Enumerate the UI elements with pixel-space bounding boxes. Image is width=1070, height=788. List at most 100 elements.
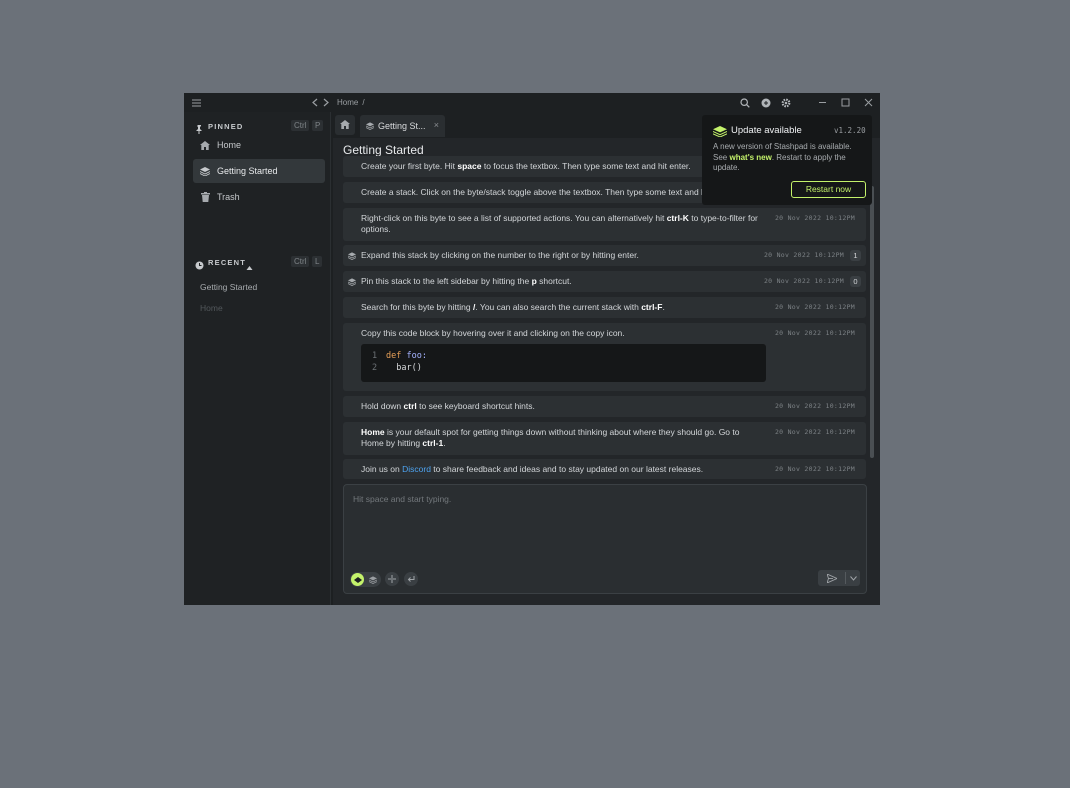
maximize-icon[interactable] xyxy=(839,93,851,112)
pin-icon xyxy=(195,121,205,134)
code-block[interactable]: 1 def foo: 2 bar() xyxy=(361,344,766,382)
byte-text: Home is your default spot for getting th… xyxy=(361,427,761,449)
sidebar-item-label: Trash xyxy=(217,192,240,202)
update-title: Update available xyxy=(731,125,802,136)
restart-now-button[interactable]: Restart now xyxy=(791,181,866,198)
menu-icon[interactable] xyxy=(189,93,203,112)
chevron-down-icon[interactable] xyxy=(846,570,860,586)
byte-text-part: Hold down xyxy=(361,401,404,411)
tab-getting-started[interactable]: Getting St... × xyxy=(360,115,445,137)
code-line-number: 1 xyxy=(372,351,378,361)
byte-text-bold: Home xyxy=(361,427,385,437)
forward-icon[interactable] xyxy=(321,93,331,112)
stack-icon xyxy=(347,278,357,287)
code-line-number: 2 xyxy=(372,363,378,373)
byte-item[interactable]: Home is your default spot for getting th… xyxy=(343,422,866,455)
sidebar-item-trash[interactable]: Trash xyxy=(193,185,325,209)
byte-text-bold: ctrl-K xyxy=(666,213,689,223)
stack-icon xyxy=(200,166,210,176)
byte-timestamp: 20 Nov 2022 10:12PM xyxy=(774,465,855,473)
sidebar-item-label: Getting Started xyxy=(217,166,278,176)
byte-text: Create a stack. Click on the byte/stack … xyxy=(361,187,721,197)
stack-count-badge[interactable]: 1 xyxy=(850,250,861,261)
byte-text: Pin this stack to the left sidebar by hi… xyxy=(361,276,761,287)
send-icon[interactable] xyxy=(818,570,845,586)
back-icon[interactable] xyxy=(310,93,320,112)
pinned-title: PINNED xyxy=(208,122,244,131)
byte-item[interactable]: Join us on Discord to share feedback and… xyxy=(343,459,866,479)
minimize-icon[interactable] xyxy=(816,93,828,112)
byte-stack-toggle[interactable] xyxy=(350,572,381,587)
recent-kbd-key: L xyxy=(312,256,323,267)
sidebar-item-getting-started[interactable]: Getting Started xyxy=(193,159,325,183)
stack-item[interactable]: Expand this stack by clicking on the num… xyxy=(343,245,866,266)
byte-text-bold: ctrl xyxy=(403,401,417,411)
byte-text: Hold down ctrl to see keyboard shortcut … xyxy=(361,401,761,412)
breadcrumb-home[interactable]: Home xyxy=(337,98,358,107)
recent-title: RECENT xyxy=(208,258,247,267)
byte-text: Copy this code block by hovering over it… xyxy=(361,328,625,338)
update-body: A new version of Stashpad is available. … xyxy=(713,142,868,174)
byte-timestamp: 20 Nov 2022 10:12PM xyxy=(774,428,855,436)
return-icon[interactable] xyxy=(404,572,418,586)
code-line: bar() xyxy=(386,363,422,373)
close-tab-icon[interactable]: × xyxy=(434,120,439,130)
byte-text-part: to share feedback and ideas and to stay … xyxy=(430,464,704,474)
byte-item[interactable]: Right-click on this byte to see a list o… xyxy=(343,208,866,241)
composer-input[interactable]: Hit space and start typing. xyxy=(353,494,451,504)
page-title: Getting Started xyxy=(343,143,424,157)
byte-item[interactable]: Hold down ctrl to see keyboard shortcut … xyxy=(343,396,866,417)
byte-icon xyxy=(351,573,364,586)
byte-text-part: Right-click on this byte to see a list o… xyxy=(361,213,667,223)
sidebar-item-home[interactable]: Home xyxy=(193,133,325,157)
pinned-kbd-mod: Ctrl xyxy=(291,120,310,131)
send-button-group xyxy=(818,570,860,586)
byte-text-part: to see keyboard shortcut hints. xyxy=(416,401,535,411)
sidebar: PINNED Ctrl P Home Getting Started Trash xyxy=(184,112,331,605)
trash-icon xyxy=(200,192,210,202)
stack-icon xyxy=(367,574,378,585)
byte-item[interactable]: Copy this code block by hovering over it… xyxy=(343,323,866,391)
recent-item[interactable]: Getting Started xyxy=(200,282,257,292)
recent-item[interactable]: Home xyxy=(200,303,223,313)
byte-text-part: Pin this stack to the left sidebar by hi… xyxy=(361,276,532,286)
breadcrumb: Home / xyxy=(337,93,365,112)
byte-item[interactable]: Search for this byte by hitting /. You c… xyxy=(343,297,866,318)
stack-icon xyxy=(347,252,357,261)
byte-timestamp: 20 Nov 2022 10:12PM xyxy=(774,303,855,311)
byte-text: Search for this byte by hitting /. You c… xyxy=(361,302,761,313)
recent-section-header[interactable]: RECENT Ctrl L xyxy=(184,255,331,271)
byte-text-part: Search for this byte by hitting xyxy=(361,302,473,312)
discord-link[interactable]: Discord xyxy=(402,464,431,474)
byte-text: Expand this stack by clicking on the num… xyxy=(361,250,639,260)
composer[interactable]: Hit space and start typing. xyxy=(343,484,867,594)
stack-item[interactable]: Pin this stack to the left sidebar by hi… xyxy=(343,271,866,292)
home-icon xyxy=(200,140,210,150)
strikethrough-icon[interactable] xyxy=(385,572,399,586)
update-notification: Update available v1.2.20 A new version o… xyxy=(702,115,872,205)
feedback-icon[interactable] xyxy=(760,93,772,112)
recent-kbd-mod: Ctrl xyxy=(291,256,310,267)
settings-icon[interactable] xyxy=(780,93,792,112)
byte-text: Join us on Discord to share feedback and… xyxy=(361,464,761,475)
byte-text-part: . xyxy=(662,302,665,312)
update-version: v1.2.20 xyxy=(834,126,866,135)
home-tab-button[interactable] xyxy=(335,115,355,135)
byte-text: Right-click on this byte to see a list o… xyxy=(361,213,771,235)
whats-new-link[interactable]: what's new xyxy=(729,153,771,162)
close-window-icon[interactable] xyxy=(862,93,874,112)
search-icon[interactable] xyxy=(739,93,751,112)
collapse-caret-icon[interactable] xyxy=(246,258,253,276)
byte-text-part: Join us on xyxy=(361,464,403,474)
clock-icon xyxy=(195,257,205,270)
byte-text-bold: ctrl-1 xyxy=(422,438,444,448)
byte-timestamp: 20 Nov 2022 10:12PM xyxy=(763,277,844,285)
byte-text: Create your first byte. Hit space to foc… xyxy=(361,161,721,172)
scrollbar[interactable] xyxy=(870,186,874,458)
sidebar-item-label: Home xyxy=(217,140,242,150)
home-icon xyxy=(340,116,350,134)
title-bar: Home / xyxy=(184,93,880,112)
code-keyword: def xyxy=(386,351,402,361)
stack-count-badge[interactable]: 0 xyxy=(850,276,861,287)
byte-timestamp: 20 Nov 2022 10:12PM xyxy=(763,251,844,259)
